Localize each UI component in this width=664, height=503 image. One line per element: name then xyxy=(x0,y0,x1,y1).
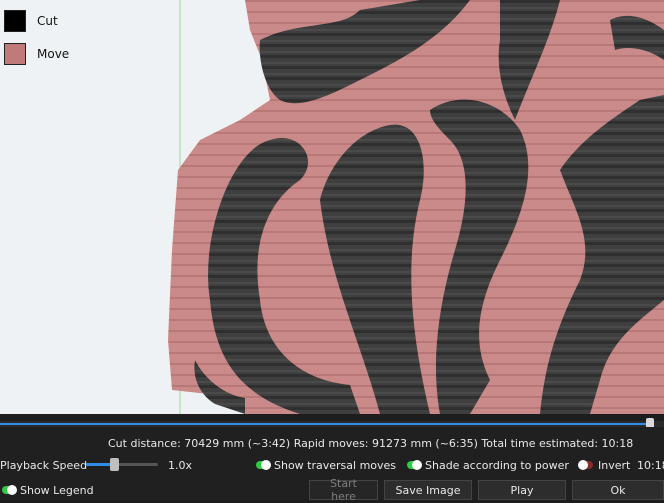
playback-speed-label: Playback Speed xyxy=(0,459,88,472)
laser-preview-graphic xyxy=(168,0,664,414)
toggle-knob xyxy=(578,460,588,470)
playback-speed-slider[interactable] xyxy=(86,458,158,471)
toggle-knob xyxy=(261,460,271,470)
ok-button[interactable]: Ok xyxy=(572,480,664,500)
toggle-knob xyxy=(412,460,422,470)
legend-swatch-move xyxy=(4,43,26,65)
time-display: 10:18 xyxy=(637,459,664,472)
legend: Cut Move xyxy=(4,8,69,74)
progress-fill xyxy=(0,423,646,425)
save-image-button[interactable]: Save Image xyxy=(384,480,472,500)
start-here-button[interactable]: Start here xyxy=(309,477,378,503)
legend-label-cut: Cut xyxy=(37,14,58,28)
preview-canvas[interactable]: Cut Move xyxy=(0,0,664,414)
stats-text: Cut distance: 70429 mm (~3:42) Rapid mov… xyxy=(108,437,634,450)
playback-speed-value: 1.0x xyxy=(168,459,193,472)
legend-item-cut: Cut xyxy=(4,8,69,34)
legend-item-move: Move xyxy=(4,41,69,67)
shade-power-label: Shade according to power xyxy=(425,459,569,472)
legend-label-move: Move xyxy=(37,47,70,61)
speed-handle[interactable] xyxy=(110,458,119,471)
show-legend-label: Show Legend xyxy=(20,484,94,497)
control-panel: Cut distance: 70429 mm (~3:42) Rapid mov… xyxy=(0,427,664,503)
invert-label: Invert xyxy=(598,459,631,472)
show-traversal-toggle[interactable] xyxy=(256,460,271,470)
invert-toggle[interactable] xyxy=(578,460,593,470)
play-button[interactable]: Play xyxy=(478,480,566,500)
toggle-knob xyxy=(7,485,17,495)
show-legend-toggle[interactable] xyxy=(2,485,17,495)
show-traversal-label: Show traversal moves xyxy=(274,459,397,472)
shade-power-toggle[interactable] xyxy=(407,460,422,470)
legend-swatch-cut xyxy=(4,10,26,32)
